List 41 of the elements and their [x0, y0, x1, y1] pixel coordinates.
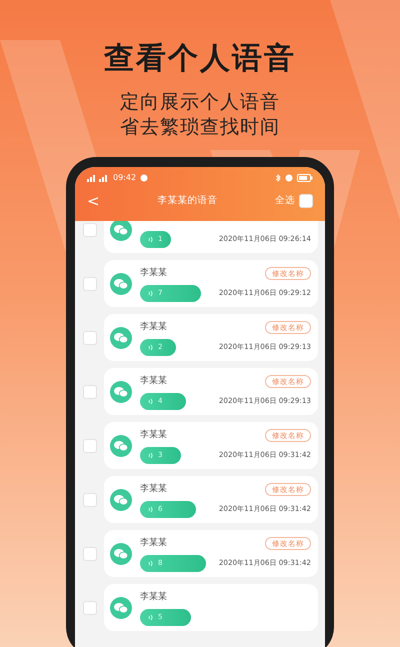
signal-icon: [87, 174, 109, 182]
sound-wave-icon: [148, 452, 154, 459]
sound-wave-icon: [148, 344, 154, 351]
sound-wave-icon: [148, 614, 154, 621]
sound-wave-icon: [148, 560, 154, 567]
select-all-checkbox[interactable]: [298, 194, 313, 208]
name-label: 李某某: [140, 374, 167, 388]
name-label: 李某某: [140, 536, 167, 550]
item-checkbox[interactable]: [82, 438, 96, 453]
item-checkbox[interactable]: [82, 492, 96, 507]
bluetooth-icon: [276, 174, 281, 182]
item-checkbox[interactable]: [82, 384, 96, 399]
subtitle-line: 定向展示个人语音: [120, 90, 280, 115]
chat-icon: [110, 488, 132, 511]
status-time: 09:42: [113, 172, 136, 184]
select-all-label: 全选: [274, 194, 295, 208]
sound-wave-icon: [148, 506, 154, 513]
name-label: 李某某: [140, 428, 167, 442]
chat-icon: [110, 272, 132, 295]
item-checkbox[interactable]: [82, 546, 96, 561]
chat-icon: [110, 596, 132, 619]
chat-icon: [110, 434, 132, 457]
item-checkbox[interactable]: [82, 330, 96, 345]
battery-icon: [297, 174, 313, 182]
back-button[interactable]: <: [87, 194, 100, 209]
sound-wave-icon: [148, 398, 154, 405]
sound-wave-icon: [148, 290, 154, 297]
item-checkbox[interactable]: [82, 222, 96, 237]
item-checkbox[interactable]: [82, 276, 96, 291]
name-label: 李某某: [140, 266, 167, 280]
page-title: 李某某的语音: [157, 194, 218, 208]
chat-icon: [110, 326, 132, 349]
headline: 查看个人语音: [102, 44, 297, 74]
sound-wave-icon: [148, 236, 154, 243]
item-checkbox[interactable]: [82, 600, 96, 615]
subtitle-line: 省去繁琐查找时间: [120, 114, 280, 140]
chat-icon: [110, 380, 132, 403]
name-label: 李某某: [140, 482, 167, 496]
name-label: 李某某: [140, 590, 167, 604]
chat-icon: [110, 542, 132, 565]
name-label: 李某某: [140, 320, 167, 334]
